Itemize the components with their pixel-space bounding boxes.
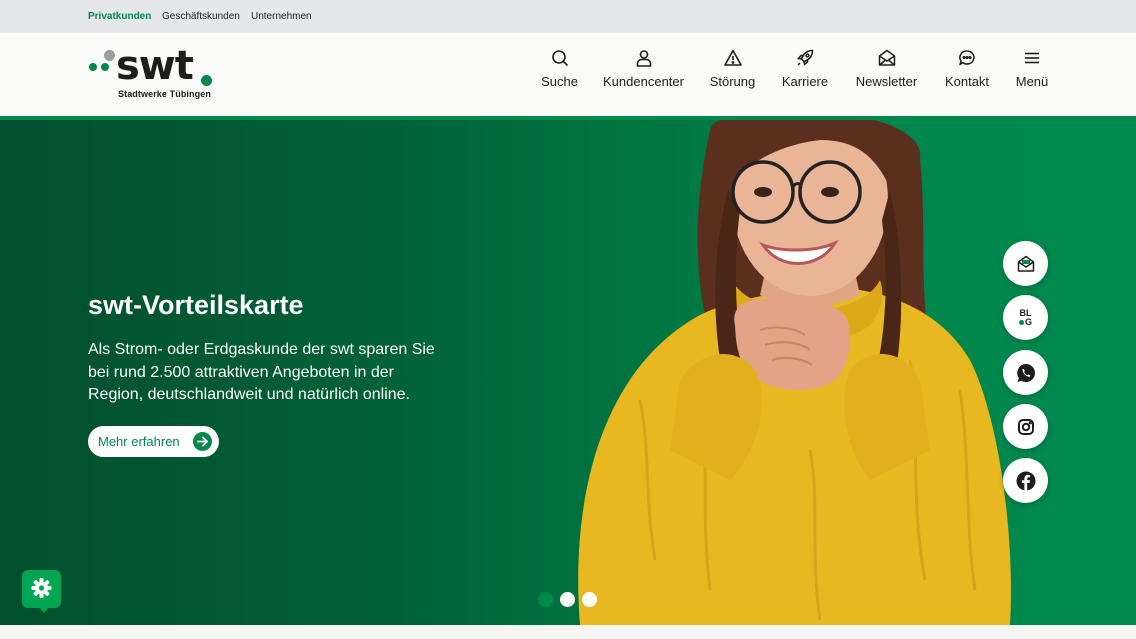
cookie-settings-button[interactable] <box>22 570 61 613</box>
topbar-link-geschaeftskunden[interactable]: Geschäftskunden <box>162 11 240 22</box>
user-icon <box>636 50 651 67</box>
chat-icon <box>959 50 975 66</box>
hamburger-icon <box>1025 52 1039 64</box>
hero-banner: swt-Vorteilskarte Als Strom- oder Erdgas… <box>0 120 1136 625</box>
nav-newsletter[interactable]: Newsletter <box>854 48 919 98</box>
nav-stoerung[interactable]: Störung <box>709 48 756 98</box>
logo-dot <box>104 50 115 61</box>
nav-label: Kontakt <box>944 74 990 89</box>
page-bottom-strip <box>0 625 1136 639</box>
button-label: Mehr erfahren <box>98 434 180 449</box>
social-instagram-button[interactable] <box>1003 404 1048 449</box>
topbar-link-privatkunden[interactable]: Privatkunden <box>88 11 151 22</box>
blog-icon: BL G <box>1018 308 1032 327</box>
nav-kundencenter[interactable]: Kundencenter <box>603 48 684 98</box>
hero-title: swt-Vorteilskarte <box>88 290 304 320</box>
newsletter-icon <box>1017 255 1034 272</box>
topbar-link-unternehmen[interactable]: Unternehmen <box>251 11 312 22</box>
facebook-icon <box>1016 471 1035 490</box>
social-blog-button[interactable]: BL G <box>1003 295 1048 340</box>
swt-logo[interactable]: swt Stadtwerke Tübingen <box>88 43 218 104</box>
mehr-erfahren-button[interactable]: Mehr erfahren <box>88 426 219 457</box>
top-bar: Privatkunden Geschäftskunden Unternehmen <box>0 0 1136 33</box>
warning-icon <box>723 49 742 66</box>
gear-icon <box>31 578 52 598</box>
whatsapp-icon <box>1016 363 1035 382</box>
nav-label: Suche <box>541 74 578 89</box>
social-facebook-button[interactable] <box>1003 458 1048 503</box>
logo-dot <box>101 63 109 71</box>
logo-wordmark: swt <box>116 43 194 89</box>
rocket-icon <box>797 49 814 66</box>
hero-description: Als Strom- oder Erdgaskunde der swt spar… <box>88 341 435 403</box>
slider-dot[interactable] <box>538 592 553 607</box>
nav-label: Newsletter <box>855 74 918 89</box>
social-newsletter-button[interactable] <box>1003 241 1048 286</box>
nav-label: Menü <box>1015 74 1049 89</box>
logo-dot <box>89 63 97 71</box>
nav-label: Störung <box>709 74 756 89</box>
search-icon <box>551 50 568 67</box>
arrow-right-icon <box>193 432 212 451</box>
nav-karriere[interactable]: Karriere <box>781 48 829 98</box>
social-whatsapp-button[interactable] <box>1003 350 1048 395</box>
blog-label-bottom: G <box>1024 316 1032 327</box>
logo-dot <box>201 75 212 86</box>
nav-menue[interactable]: Menü <box>1015 48 1049 98</box>
logo-subtitle: Stadtwerke Tübingen <box>118 89 211 99</box>
nav-label: Kundencenter <box>603 74 684 89</box>
nav-suche[interactable]: Suche <box>541 48 578 98</box>
slider-dot[interactable] <box>582 592 597 607</box>
nav-kontakt[interactable]: Kontakt <box>944 48 990 98</box>
slider-dot[interactable] <box>560 592 575 607</box>
instagram-icon <box>1017 418 1034 435</box>
envelope-icon <box>878 49 895 66</box>
hero-person-image <box>578 120 1011 625</box>
slider-pagination <box>538 592 597 607</box>
nav-label: Karriere <box>781 74 829 89</box>
